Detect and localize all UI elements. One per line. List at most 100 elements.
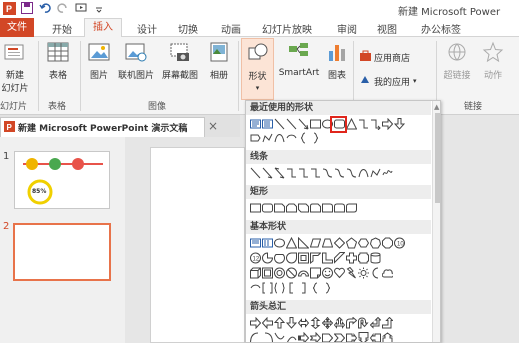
round-single-corner-rectangle-icon[interactable] bbox=[322, 202, 333, 214]
document-tab[interactable]: P 新建 Microsoft PowerPoint 演示文稿 bbox=[0, 117, 205, 137]
undo-icon[interactable] bbox=[38, 1, 52, 15]
snip-diagonal-rectangle-icon[interactable] bbox=[298, 202, 309, 214]
line-icon[interactable] bbox=[250, 167, 261, 179]
l-shape-icon[interactable] bbox=[322, 252, 333, 264]
scrollbar-thumb[interactable] bbox=[435, 113, 440, 203]
left-right-arrow-icon[interactable] bbox=[298, 317, 309, 329]
tab-transitions[interactable]: 切换 bbox=[178, 21, 198, 36]
plaque-icon[interactable] bbox=[358, 252, 369, 264]
photo-album-button[interactable]: 相册 bbox=[204, 41, 234, 81]
up-down-arrow-icon[interactable] bbox=[310, 317, 321, 329]
curved-up-arrow-icon[interactable] bbox=[274, 332, 285, 343]
left-arrow-callout-icon[interactable] bbox=[370, 332, 381, 343]
slide-thumbnail-2[interactable] bbox=[13, 223, 111, 281]
striped-right-arrow-icon[interactable] bbox=[298, 332, 309, 343]
shapes-button[interactable]: 形状 ▾ bbox=[241, 38, 274, 100]
tab-review[interactable]: 审阅 bbox=[337, 21, 357, 36]
teardrop-icon[interactable] bbox=[286, 252, 297, 264]
no-symbol-icon[interactable] bbox=[286, 267, 297, 279]
redo-icon[interactable] bbox=[56, 1, 70, 15]
pentagon-icon[interactable] bbox=[346, 237, 357, 249]
my-apps-button[interactable]: 我的应用 ▾ bbox=[360, 74, 417, 88]
down-arrow-icon[interactable] bbox=[286, 317, 297, 329]
right-arrow-icon[interactable] bbox=[250, 317, 261, 329]
left-right-up-arrow-icon[interactable] bbox=[334, 317, 345, 329]
save-icon[interactable] bbox=[20, 1, 34, 15]
bevel-icon[interactable] bbox=[262, 267, 273, 279]
pie-icon[interactable] bbox=[262, 252, 273, 264]
tab-view[interactable]: 视图 bbox=[377, 21, 397, 36]
diamond-icon[interactable] bbox=[334, 237, 345, 249]
start-from-beginning-icon[interactable] bbox=[74, 1, 88, 15]
pentagon-arrow-icon[interactable] bbox=[322, 332, 333, 343]
heart-icon[interactable] bbox=[334, 267, 345, 279]
moon-icon[interactable] bbox=[370, 267, 381, 279]
curved-arrow-connector-icon[interactable] bbox=[334, 167, 345, 179]
tab-design[interactable]: 设计 bbox=[137, 21, 157, 36]
donut-icon[interactable] bbox=[274, 267, 285, 279]
notched-right-arrow-icon[interactable] bbox=[310, 332, 321, 343]
curve-icon[interactable] bbox=[274, 132, 285, 144]
left-bracket-icon[interactable] bbox=[286, 282, 297, 294]
elbow-connector-icon[interactable] bbox=[286, 167, 297, 179]
down-arrow-icon[interactable] bbox=[394, 118, 405, 130]
rounded-rectangle-icon[interactable] bbox=[262, 202, 273, 214]
trapezoid-icon[interactable] bbox=[322, 237, 333, 249]
double-arrow-line-icon[interactable] bbox=[274, 167, 285, 179]
arrow-line-icon[interactable] bbox=[298, 118, 309, 130]
flowchart-icon[interactable] bbox=[250, 132, 261, 144]
freeform-icon[interactable] bbox=[262, 132, 273, 144]
scribble-icon[interactable] bbox=[382, 167, 393, 179]
arrow-line-icon[interactable] bbox=[262, 167, 273, 179]
line-icon[interactable] bbox=[274, 118, 285, 130]
snip-round-rectangle-icon[interactable] bbox=[310, 202, 321, 214]
smartart-button[interactable]: SmartArt bbox=[277, 41, 321, 78]
cube-icon[interactable] bbox=[250, 267, 261, 279]
bent-arrow-icon[interactable] bbox=[346, 317, 357, 329]
smiley-face-icon[interactable] bbox=[322, 267, 333, 279]
customize-icon[interactable] bbox=[92, 1, 106, 15]
tab-home[interactable]: 开始 bbox=[52, 21, 72, 36]
slide-thumbnail-1[interactable]: 85% bbox=[14, 151, 110, 209]
curve-icon[interactable] bbox=[358, 167, 369, 179]
arc-icon[interactable] bbox=[250, 282, 261, 294]
rectangle-icon[interactable] bbox=[250, 202, 261, 214]
frame-icon[interactable] bbox=[298, 252, 309, 264]
octagon-icon[interactable] bbox=[382, 237, 393, 249]
right-triangle-icon[interactable] bbox=[298, 237, 309, 249]
u-turn-arrow-icon[interactable] bbox=[358, 317, 369, 329]
scroll-up-arrow-icon[interactable]: ▲ bbox=[434, 103, 439, 111]
text-box-icon[interactable] bbox=[250, 118, 261, 130]
new-slide-button[interactable]: 新建 幻灯片 bbox=[0, 41, 30, 94]
right-bracket-icon[interactable] bbox=[298, 282, 309, 294]
tab-file[interactable]: 文件 bbox=[0, 18, 34, 37]
right-arrow-callout-icon[interactable] bbox=[346, 332, 357, 343]
app-store-button[interactable]: 应用商店 bbox=[360, 50, 410, 64]
screenshot-button[interactable]: 屏幕截图 bbox=[160, 41, 200, 81]
quad-arrow-icon[interactable] bbox=[322, 317, 333, 329]
arc-icon[interactable] bbox=[286, 132, 297, 144]
left-up-arrow-icon[interactable] bbox=[370, 317, 381, 329]
cross-icon[interactable] bbox=[346, 252, 357, 264]
round-diagonal-rectangle-icon[interactable] bbox=[346, 202, 357, 214]
block-arc-icon[interactable] bbox=[298, 267, 309, 279]
tab-slideshow[interactable]: 幻灯片放映 bbox=[262, 21, 312, 36]
elbow-arrow-connector-icon[interactable] bbox=[370, 118, 381, 130]
right-brace-icon[interactable] bbox=[310, 132, 321, 144]
curved-right-arrow-icon[interactable] bbox=[250, 332, 261, 343]
sun-icon[interactable] bbox=[358, 267, 369, 279]
tab-insert[interactable]: 插入 bbox=[84, 18, 122, 38]
snip-corner-rectangle-icon[interactable] bbox=[274, 202, 285, 214]
double-bracket-icon[interactable] bbox=[262, 282, 273, 294]
table-button[interactable]: 表格 bbox=[44, 41, 72, 81]
triangle-icon[interactable] bbox=[346, 118, 357, 130]
cloud-icon[interactable] bbox=[382, 267, 393, 279]
half-frame-icon[interactable] bbox=[310, 252, 321, 264]
line-icon[interactable] bbox=[286, 118, 297, 130]
chart-button[interactable]: 图表 bbox=[324, 41, 350, 81]
right-brace-icon[interactable] bbox=[322, 282, 333, 294]
left-brace-icon[interactable] bbox=[310, 282, 321, 294]
curved-left-arrow-icon[interactable] bbox=[262, 332, 273, 343]
rectangle-icon[interactable] bbox=[310, 118, 321, 130]
folded-corner-icon[interactable] bbox=[310, 267, 321, 279]
